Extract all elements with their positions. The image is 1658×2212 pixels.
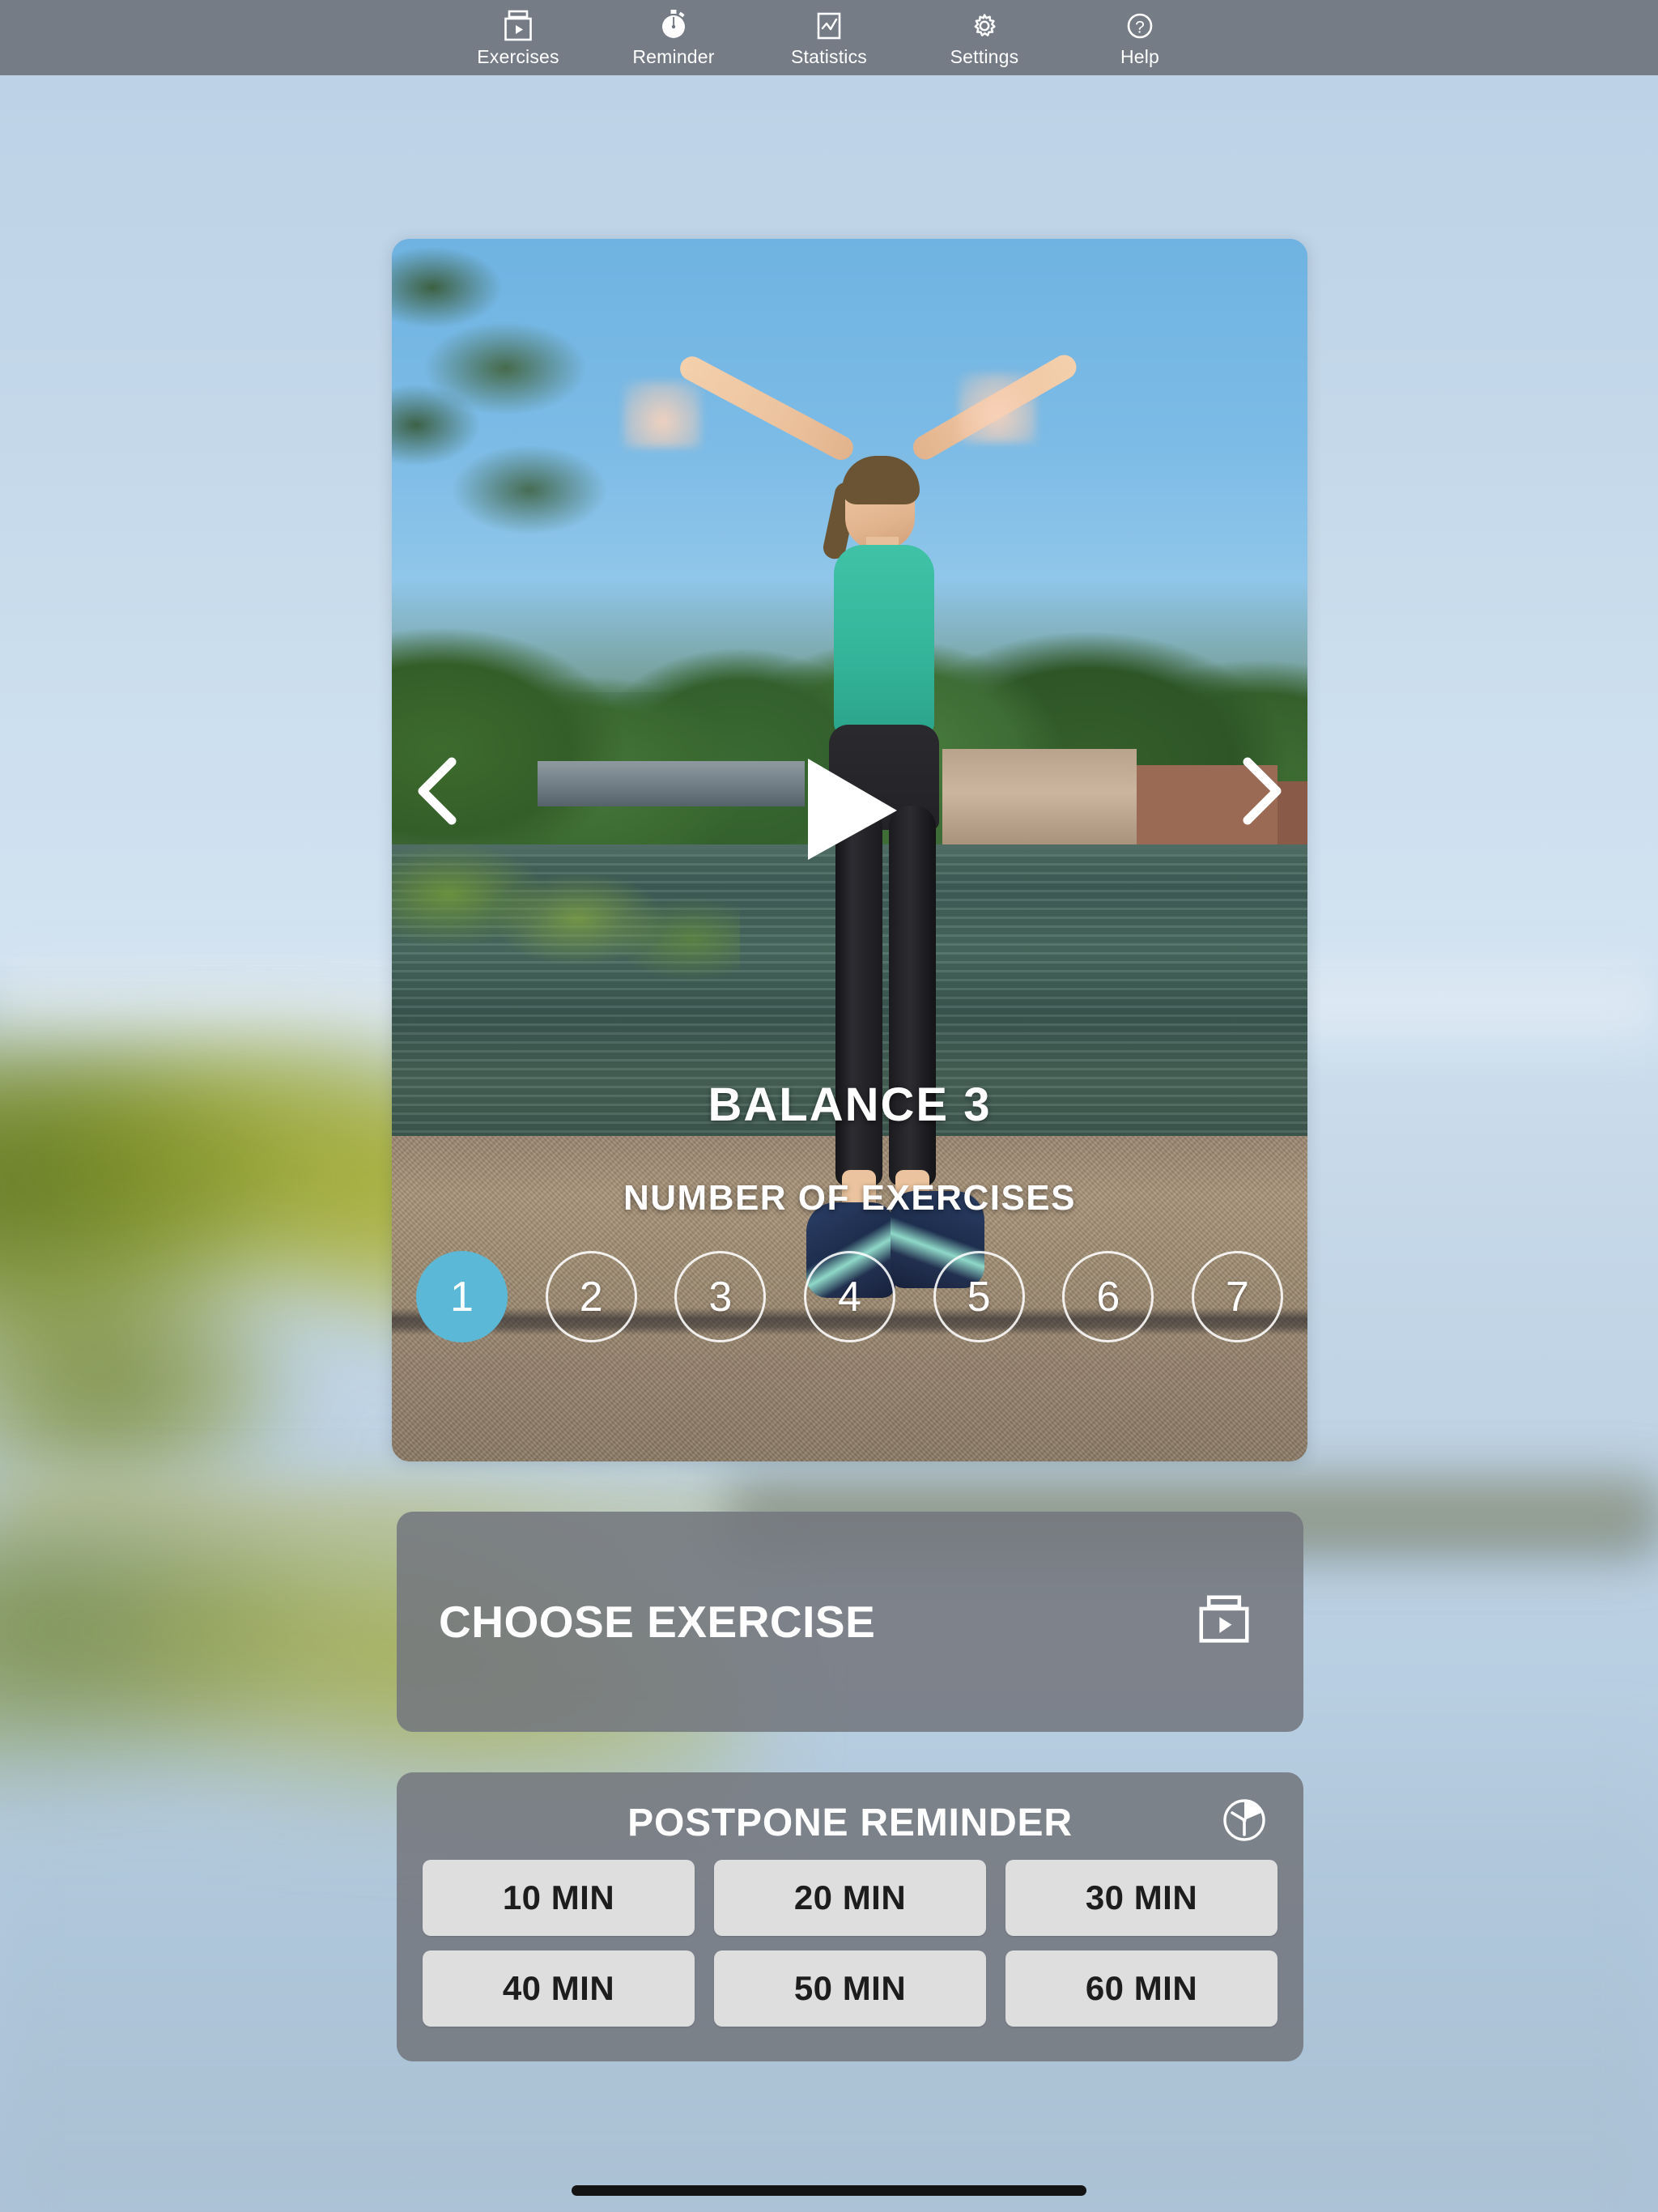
app-root: Exercises Reminder Statistics Settings ?… — [0, 0, 1658, 2212]
exercise-count-option-5[interactable]: 5 — [933, 1251, 1025, 1342]
exercise-count-option-4[interactable]: 4 — [803, 1251, 895, 1342]
postpone-reminder-header: POSTPONE REMINDER — [423, 1792, 1278, 1853]
postpone-reminder-title: POSTPONE REMINDER — [627, 1801, 1073, 1844]
gear-icon — [969, 8, 1000, 44]
postpone-option-40min[interactable]: 40 MIN — [423, 1950, 695, 2027]
nav-item-settings[interactable]: Settings — [907, 0, 1062, 75]
exercise-video-card[interactable]: BALANCE 3 NUMBER OF EXERCISES 1 2 3 4 5 … — [392, 239, 1307, 1461]
nav-label-help: Help — [1120, 46, 1160, 67]
nav-label-exercises: Exercises — [477, 46, 559, 67]
play-icon[interactable] — [798, 754, 902, 864]
choose-exercise-button[interactable]: CHOOSE EXERCISE — [397, 1512, 1303, 1732]
top-navigation-bar: Exercises Reminder Statistics Settings ?… — [0, 0, 1658, 75]
home-indicator[interactable] — [572, 2185, 1086, 2196]
postpone-options-grid: 10 MIN 20 MIN 30 MIN 40 MIN 50 MIN 60 MI… — [423, 1860, 1278, 2027]
video-icon — [504, 8, 533, 44]
page-title: BALANCE 3 — [708, 1078, 992, 1131]
exercise-count-selector: 1 2 3 4 5 6 7 — [416, 1251, 1283, 1342]
chart-icon — [814, 8, 844, 44]
question-circle-icon: ? — [1125, 8, 1154, 44]
video-overlay-controls: BALANCE 3 NUMBER OF EXERCISES 1 2 3 4 5 … — [392, 239, 1307, 1461]
exercise-count-option-3[interactable]: 3 — [674, 1251, 767, 1342]
nav-item-statistics[interactable]: Statistics — [751, 0, 907, 75]
postpone-option-10min[interactable]: 10 MIN — [423, 1860, 695, 1936]
chevron-left-icon[interactable] — [410, 754, 466, 828]
exercise-count-option-2[interactable]: 2 — [545, 1251, 637, 1342]
postpone-option-60min[interactable]: 60 MIN — [1005, 1950, 1278, 2027]
postpone-option-30min[interactable]: 30 MIN — [1005, 1860, 1278, 1936]
postpone-option-20min[interactable]: 20 MIN — [714, 1860, 986, 1936]
nav-label-reminder: Reminder — [632, 46, 715, 67]
nav-item-help[interactable]: ? Help — [1062, 0, 1218, 75]
postpone-option-50min[interactable]: 50 MIN — [714, 1950, 986, 2027]
exercise-count-option-1[interactable]: 1 — [416, 1251, 508, 1342]
nav-label-statistics: Statistics — [790, 46, 868, 67]
stopwatch-icon — [659, 8, 688, 44]
video-icon — [1197, 1594, 1252, 1650]
number-of-exercises-label: NUMBER OF EXERCISES — [623, 1178, 1076, 1218]
nav-label-settings: Settings — [950, 46, 1019, 67]
exercise-count-option-7[interactable]: 7 — [1191, 1251, 1283, 1342]
svg-text:?: ? — [1135, 19, 1145, 37]
nav-item-exercises[interactable]: Exercises — [440, 0, 596, 75]
clock-icon[interactable] — [1221, 1797, 1268, 1848]
nav-item-reminder[interactable]: Reminder — [596, 0, 751, 75]
postpone-reminder-panel: POSTPONE REMINDER 10 MIN 20 MIN 30 MIN 4… — [397, 1772, 1303, 2061]
chevron-right-icon[interactable] — [1233, 754, 1290, 828]
choose-exercise-label: CHOOSE EXERCISE — [439, 1597, 876, 1647]
exercise-count-option-6[interactable]: 6 — [1062, 1251, 1154, 1342]
